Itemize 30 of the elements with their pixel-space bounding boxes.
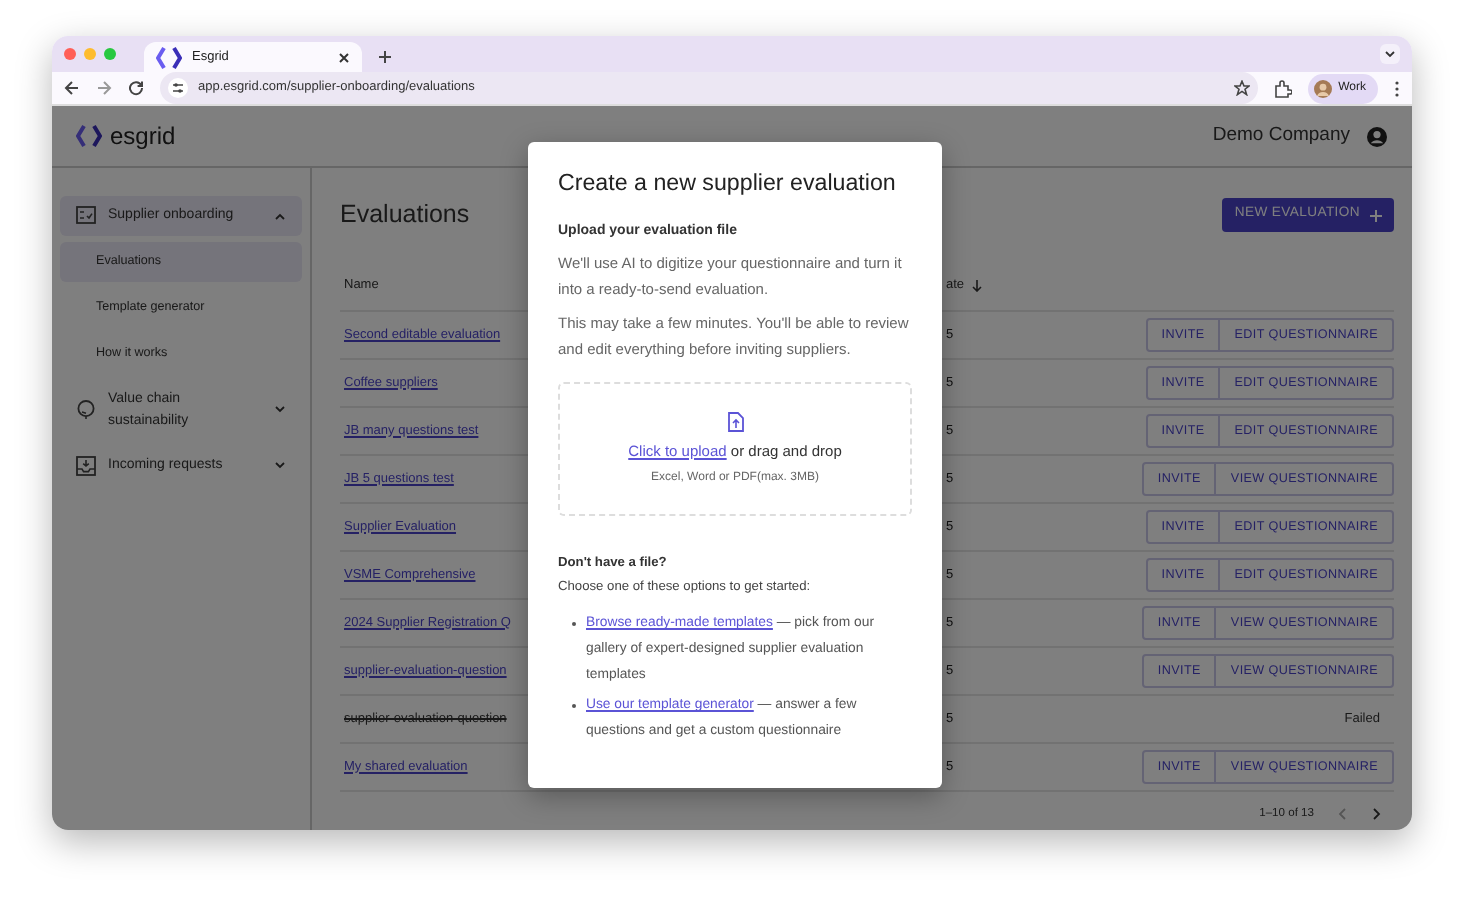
globe-icon <box>76 400 96 420</box>
plus-icon <box>1370 209 1382 221</box>
account-icon[interactable] <box>1366 125 1388 147</box>
modal-title: Create a new supplier evaluation <box>558 170 898 198</box>
bookmark-star-icon[interactable] <box>1234 80 1251 96</box>
inbox-icon <box>76 456 96 476</box>
back-icon[interactable] <box>64 80 80 96</box>
checklist-icon <box>76 206 96 226</box>
forward-icon[interactable] <box>96 80 112 96</box>
logo-text: esgrid <box>110 120 176 154</box>
page-title: Evaluations <box>340 200 470 230</box>
chevron-down-icon <box>274 462 286 470</box>
chevron-up-icon <box>274 212 286 220</box>
chevron-right-icon <box>1372 808 1382 820</box>
next-page-button[interactable] <box>1372 808 1382 820</box>
new-tab-icon[interactable] <box>378 50 392 64</box>
sort-down-icon <box>972 279 983 291</box>
chevron-left-icon <box>1338 808 1348 820</box>
company-name: Demo Company <box>1212 121 1350 150</box>
close-icon[interactable] <box>338 51 350 63</box>
chevron-down-icon <box>274 406 286 414</box>
file-upload-icon <box>727 411 743 432</box>
logo-icon <box>76 124 102 148</box>
logo-icon <box>156 45 182 69</box>
extensions-icon[interactable] <box>1274 79 1293 97</box>
site-settings-icon[interactable] <box>168 78 188 98</box>
tab-search-icon[interactable] <box>1380 44 1400 64</box>
reload-icon[interactable] <box>128 80 144 96</box>
avatar-icon <box>1314 79 1333 97</box>
more-icon[interactable] <box>1394 79 1400 97</box>
